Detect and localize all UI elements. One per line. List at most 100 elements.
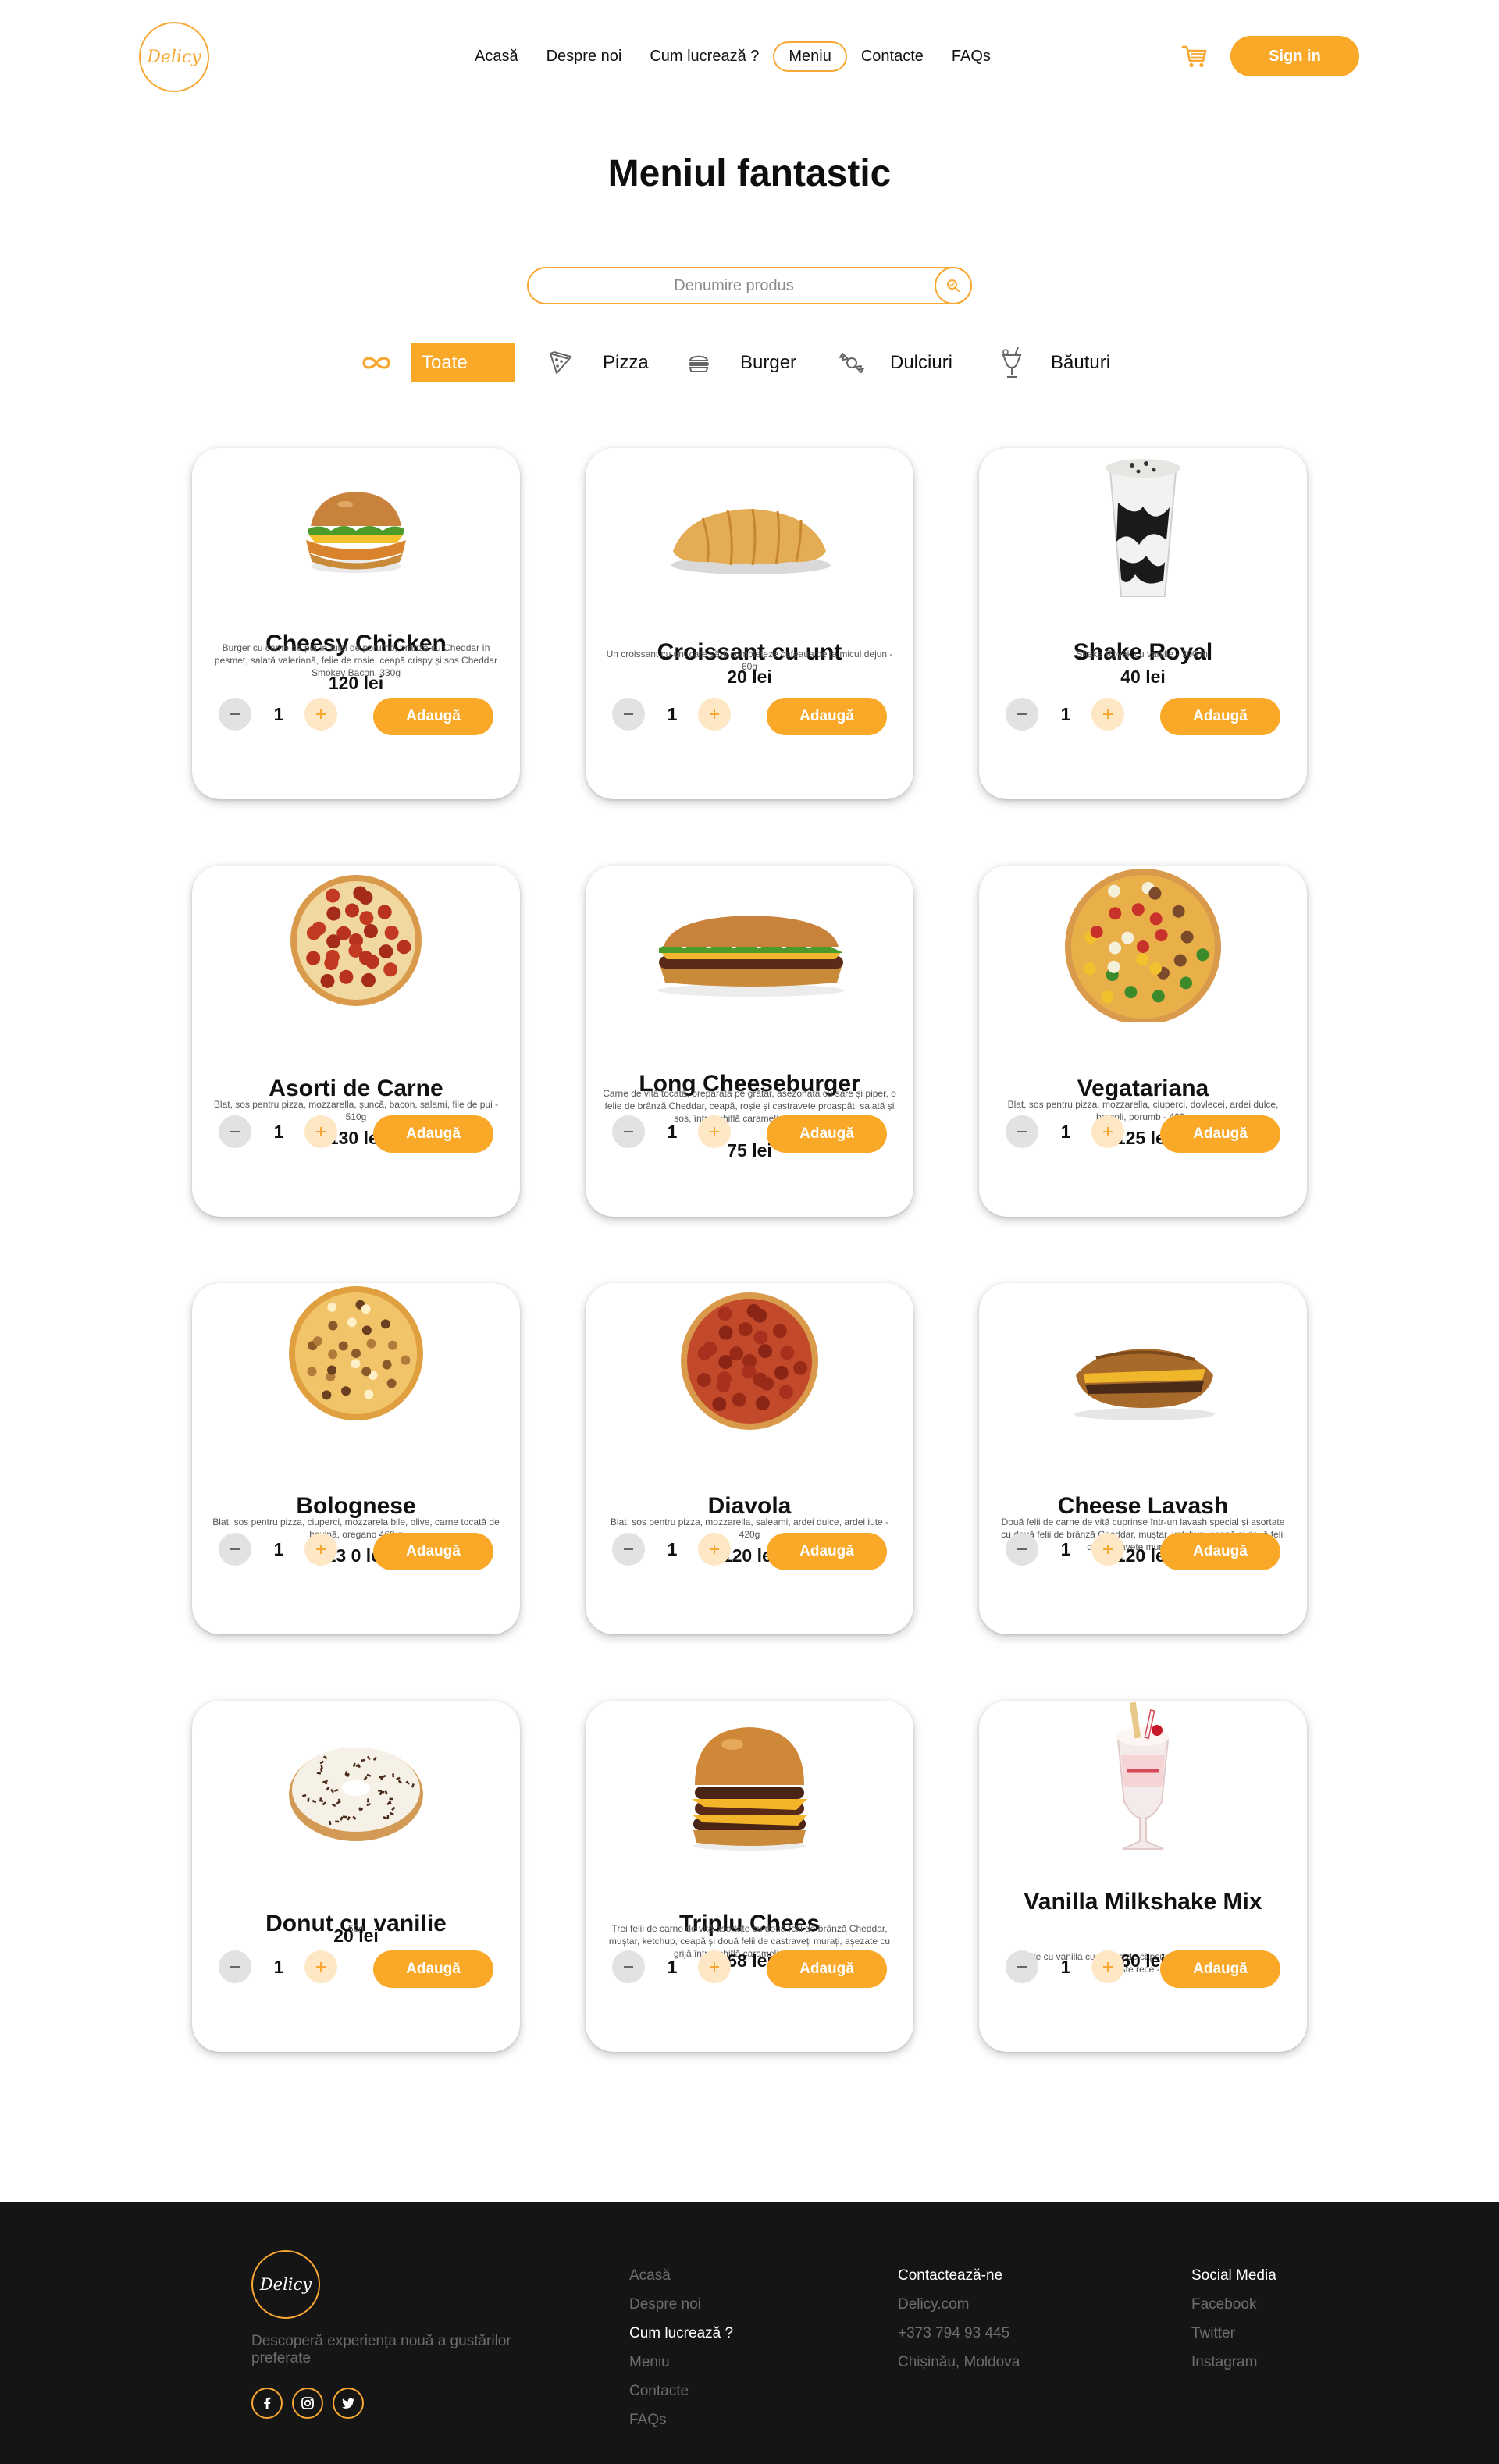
signin-button[interactable]: Sign in bbox=[1230, 36, 1359, 76]
product-image bbox=[290, 875, 422, 1006]
decrease-button[interactable] bbox=[1006, 698, 1038, 731]
add-to-cart-button[interactable]: Adaugă bbox=[373, 1533, 493, 1570]
quantity-value: 1 bbox=[1060, 1121, 1071, 1142]
footer-contact-address: Chișinău, Moldova bbox=[898, 2354, 1020, 2370]
increase-button[interactable] bbox=[698, 1115, 731, 1148]
category-toate[interactable] bbox=[359, 342, 409, 384]
quantity-value: 1 bbox=[1060, 1956, 1071, 1977]
product-image bbox=[1065, 869, 1221, 1022]
product-image bbox=[289, 1748, 423, 1841]
product-card: Croissant cu unt Un croissant cu unt car… bbox=[586, 448, 913, 799]
product-image bbox=[1116, 1701, 1170, 1850]
decrease-button[interactable] bbox=[1006, 1115, 1038, 1148]
footer-social-twitter[interactable]: Twitter bbox=[1191, 2319, 1276, 2348]
add-to-cart-button[interactable]: Adaugă bbox=[373, 1115, 493, 1153]
quantity-value: 1 bbox=[273, 703, 284, 724]
category-dulciuri[interactable]: Dulciuri bbox=[837, 342, 952, 384]
add-to-cart-button[interactable]: Adaugă bbox=[767, 698, 887, 735]
add-to-cart-button[interactable]: Adaugă bbox=[1160, 1115, 1280, 1153]
footer-link-contacte[interactable]: Contacte bbox=[629, 2377, 733, 2405]
decrease-button[interactable] bbox=[612, 1533, 645, 1566]
footer-link-acasa[interactable]: Acasă bbox=[629, 2261, 733, 2290]
category-bauturi[interactable]: Băuturi bbox=[998, 342, 1110, 384]
increase-button[interactable] bbox=[304, 1950, 337, 1983]
increase-button[interactable] bbox=[1091, 698, 1124, 731]
footer-link-meniu[interactable]: Meniu bbox=[629, 2348, 733, 2377]
decrease-button[interactable] bbox=[1006, 1950, 1038, 1983]
category-label: Burger bbox=[740, 352, 797, 373]
footer-contact-website[interactable]: Delicy.com bbox=[898, 2290, 1020, 2319]
footer-logo-text: Delicy bbox=[259, 2275, 312, 2294]
add-to-cart-button[interactable]: Adaugă bbox=[373, 698, 493, 735]
minus-icon bbox=[230, 1548, 240, 1550]
increase-button[interactable] bbox=[698, 698, 731, 731]
nav-link-meniu[interactable]: Meniu bbox=[773, 41, 847, 72]
product-price: 20 lei bbox=[727, 667, 772, 687]
decrease-button[interactable] bbox=[612, 698, 645, 731]
add-to-cart-button[interactable]: Adaugă bbox=[767, 1950, 887, 1988]
footer-link-faqs[interactable]: FAQs bbox=[629, 2405, 733, 2434]
product-price: 120 lei bbox=[328, 673, 384, 693]
add-to-cart-button[interactable]: Adaugă bbox=[767, 1115, 887, 1153]
main-nav: Acasă Despre noi Cum lucrează ? Meniu Co… bbox=[461, 39, 1005, 73]
decrease-button[interactable] bbox=[219, 1950, 251, 1983]
decrease-button[interactable] bbox=[219, 1115, 251, 1148]
twitter-icon[interactable] bbox=[333, 2388, 364, 2419]
decrease-button[interactable] bbox=[1006, 1533, 1038, 1566]
footer-logo[interactable]: Delicy bbox=[251, 2250, 320, 2319]
product-image bbox=[306, 492, 406, 573]
footer-social-instagram[interactable]: Instagram bbox=[1191, 2348, 1276, 2377]
footer-social-facebook[interactable]: Facebook bbox=[1191, 2290, 1276, 2319]
increase-button[interactable] bbox=[698, 1533, 731, 1566]
category-label: Toate bbox=[411, 343, 515, 382]
plus-icon bbox=[1103, 1962, 1113, 1972]
category-pizza[interactable]: Pizza bbox=[547, 342, 649, 384]
category-toate-label[interactable]: Toate bbox=[411, 342, 515, 384]
site-footer: Delicy Descoperă experiența nouă a gustă… bbox=[0, 2202, 1499, 2464]
cart-icon[interactable] bbox=[1180, 42, 1209, 70]
increase-button[interactable] bbox=[304, 1533, 337, 1566]
drink-icon bbox=[1002, 347, 1022, 378]
quantity-stepper: 1 bbox=[612, 1115, 737, 1150]
quantity-value: 1 bbox=[1060, 703, 1071, 724]
increase-button[interactable] bbox=[304, 1115, 337, 1148]
product-description: Shake Royak cu vanilie - 300 ml bbox=[1076, 649, 1210, 660]
increase-button[interactable] bbox=[1091, 1950, 1124, 1983]
decrease-button[interactable] bbox=[219, 698, 251, 731]
increase-button[interactable] bbox=[304, 698, 337, 731]
increase-button[interactable] bbox=[698, 1950, 731, 1983]
minus-icon bbox=[230, 1131, 240, 1132]
add-to-cart-button[interactable]: Adaugă bbox=[1160, 698, 1280, 735]
quantity-value: 1 bbox=[667, 1121, 678, 1142]
decrease-button[interactable] bbox=[219, 1533, 251, 1566]
footer-link-cum-lucreaza[interactable]: Cum lucrează ? bbox=[629, 2319, 733, 2348]
add-to-cart-button[interactable]: Adaugă bbox=[1160, 1950, 1280, 1988]
footer-link-despre-noi[interactable]: Despre noi bbox=[629, 2290, 733, 2319]
footer-contact-phone[interactable]: +373 794 93 445 bbox=[898, 2319, 1020, 2348]
add-to-cart-button[interactable]: Adaugă bbox=[373, 1950, 493, 1988]
product-price: 20 lei bbox=[333, 1925, 379, 1946]
product-card: Triplu Chees Trei felii de carne de vită… bbox=[586, 1701, 913, 2052]
add-to-cart-button[interactable]: Adaugă bbox=[767, 1533, 887, 1570]
product-card: Donut cu vanilie 50g 20 lei 1 Adaugă bbox=[192, 1701, 520, 2052]
quantity-stepper: 1 bbox=[1006, 698, 1130, 732]
search-icon bbox=[947, 279, 960, 292]
increase-button[interactable] bbox=[1091, 1115, 1124, 1148]
decrease-button[interactable] bbox=[612, 1950, 645, 1983]
nav-link-cum-lucreaza[interactable]: Cum lucrează ? bbox=[636, 41, 773, 72]
plus-icon bbox=[1103, 1545, 1113, 1554]
nav-link-despre-noi[interactable]: Despre noi bbox=[532, 41, 636, 72]
search-button[interactable] bbox=[935, 267, 972, 304]
brand-logo[interactable]: Delicy bbox=[139, 22, 209, 92]
quantity-stepper: 1 bbox=[612, 1950, 737, 1985]
add-to-cart-button[interactable]: Adaugă bbox=[1160, 1533, 1280, 1570]
increase-button[interactable] bbox=[1091, 1533, 1124, 1566]
decrease-button[interactable] bbox=[612, 1115, 645, 1148]
search-input[interactable] bbox=[529, 268, 970, 303]
nav-link-contacte[interactable]: Contacte bbox=[847, 41, 938, 72]
nav-link-faqs[interactable]: FAQs bbox=[938, 41, 1005, 72]
nav-link-acasa[interactable]: Acasă bbox=[461, 41, 532, 72]
instagram-icon[interactable] bbox=[292, 2388, 323, 2419]
category-burger[interactable]: Burger bbox=[685, 342, 796, 384]
facebook-icon[interactable] bbox=[251, 2388, 283, 2419]
